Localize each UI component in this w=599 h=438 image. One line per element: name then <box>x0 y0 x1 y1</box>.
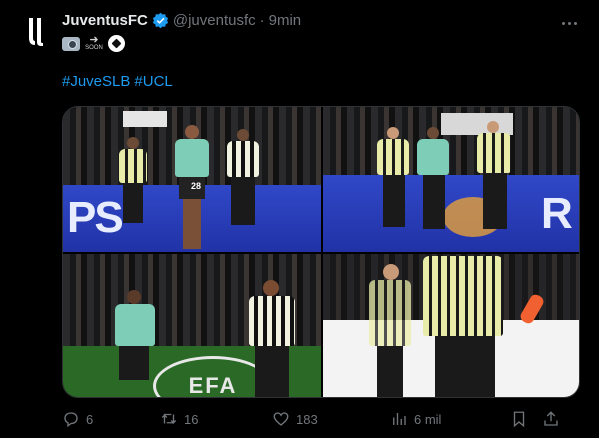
handle[interactable]: @juventusfc <box>173 12 256 29</box>
separator-dot: · <box>259 12 265 29</box>
views-chart-icon <box>393 413 406 425</box>
photo-1[interactable]: PS 28 <box>63 107 321 252</box>
media-grid: PS 28 R EFA <box>62 106 580 398</box>
retweet-count: 16 <box>184 411 199 427</box>
tweet-actions: 6 16 183 6 mil <box>62 408 582 430</box>
soccer-ball-emoji <box>108 35 125 52</box>
reply-count: 6 <box>86 411 94 427</box>
tweet-header: JuventusFC @juventusfc · 9min <box>62 12 301 29</box>
display-name[interactable]: JuventusFC <box>62 12 148 29</box>
like-button[interactable]: 183 <box>272 410 390 428</box>
more-options-icon[interactable] <box>557 14 581 32</box>
photo-4[interactable] <box>323 254 579 397</box>
retweet-icon <box>161 413 177 425</box>
photo-3[interactable]: EFA <box>63 254 321 397</box>
juventus-logo-icon <box>29 18 43 46</box>
verified-badge-icon[interactable] <box>152 12 169 29</box>
heart-icon <box>273 412 289 426</box>
retweet-button[interactable]: 16 <box>160 410 272 428</box>
views-count: 6 mil <box>414 411 442 427</box>
share-button[interactable] <box>542 410 572 428</box>
like-count: 183 <box>296 411 318 427</box>
reply-icon <box>64 412 78 428</box>
hashtags: #JuveSLB #UCL <box>62 73 173 90</box>
photo-2[interactable]: R <box>323 107 579 252</box>
bookmark-button[interactable] <box>510 410 542 428</box>
soon-arrow-emoji: ➜ SOON <box>85 33 103 51</box>
bookmark-icon <box>513 411 525 428</box>
reply-button[interactable]: 6 <box>62 410 160 428</box>
views-button[interactable]: 6 mil <box>390 410 510 428</box>
avatar[interactable] <box>16 12 56 52</box>
hashtag-juveslb[interactable]: #JuveSLB <box>62 73 130 90</box>
timestamp[interactable]: 9min <box>269 12 302 29</box>
tweet-text: ➜ SOON <box>62 33 125 52</box>
camera-flash-emoji <box>62 36 80 51</box>
share-icon <box>544 411 558 426</box>
hashtag-ucl[interactable]: #UCL <box>134 73 172 90</box>
